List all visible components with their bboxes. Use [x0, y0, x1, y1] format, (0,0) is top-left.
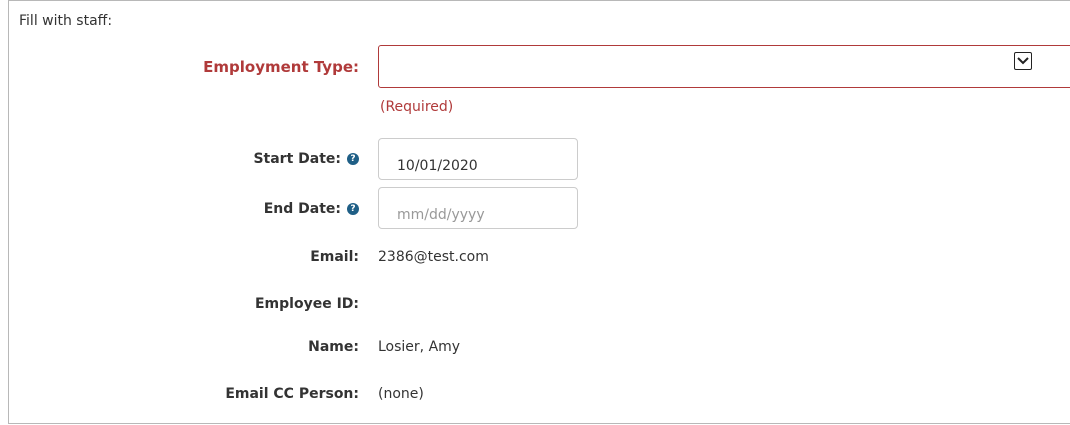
employee-id-label-text: Employee ID: [254, 296, 359, 312]
end-date-label: End Date: ? [264, 201, 359, 217]
employment-type-label: Employment Type: [203, 58, 359, 76]
email-cc-person-label-text: Email CC Person: [225, 386, 359, 402]
email-cc-person-value: (none) [378, 386, 424, 402]
email-label-text: Email: [310, 249, 359, 265]
name-label: Name: [308, 339, 359, 355]
employee-id-label: Employee ID: [255, 296, 359, 312]
email-label: Email: [310, 249, 359, 265]
email-value: 2386@test.com [378, 249, 489, 265]
chevron-down-icon[interactable] [1014, 52, 1032, 70]
name-label-text: Name: [308, 339, 359, 355]
employment-type-select[interactable] [378, 45, 1070, 88]
section-title: Fill with staff: [19, 13, 113, 29]
start-date-label-text: Start Date: [253, 151, 341, 167]
name-value: Losier, Amy [378, 339, 461, 355]
start-date-label: Start Date: ? [253, 151, 359, 167]
employment-type-label-text: Employment Type: [203, 58, 359, 76]
start-date-input[interactable] [378, 138, 578, 180]
question-circle-icon[interactable]: ? [347, 153, 359, 165]
end-date-label-text: End Date: [263, 201, 341, 217]
end-date-input[interactable] [378, 187, 578, 229]
email-cc-person-label: Email CC Person: [225, 386, 359, 402]
employment-type-required-note: (Required) [380, 99, 454, 115]
question-circle-icon[interactable]: ? [347, 203, 359, 215]
